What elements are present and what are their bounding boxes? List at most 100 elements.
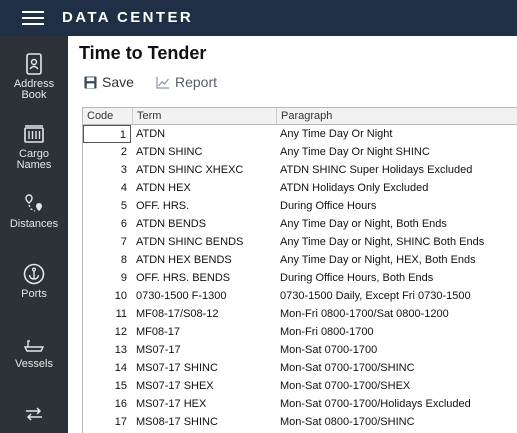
paragraph-cell[interactable]: Any Time Day or Night, Both Ends — [278, 215, 517, 233]
table-row[interactable]: 7 ATDN SHINC BENDS Any Time Day or Night, … — [83, 233, 517, 251]
code-cell[interactable]: 14 — [83, 359, 131, 377]
paragraph-cell[interactable]: Any Time Day or Night, HEX, Both Ends — [278, 251, 517, 269]
term-cell[interactable]: OFF. HRS. — [134, 197, 276, 215]
term-cell[interactable]: MS07-17 HEX — [134, 395, 276, 413]
column-header-term[interactable]: Term — [133, 108, 277, 124]
paragraph-cell[interactable]: Any Time Day or Night, SHINC Both Ends — [278, 233, 517, 251]
table-row[interactable]: 3 ATDN SHINC XHEXC ATDN SHINC Super Holida… — [83, 161, 517, 179]
term-cell[interactable]: ATDN — [134, 125, 276, 143]
code-cell[interactable]: 3 — [83, 161, 131, 179]
term-cell[interactable]: ATDN HEX — [134, 179, 276, 197]
page-title: Time to Tender — [79, 43, 207, 63]
exchange-icon — [26, 407, 42, 421]
code-cell[interactable]: 2 — [83, 143, 131, 161]
term-cell[interactable]: MF08-17/S08-12 — [134, 305, 276, 323]
paragraph-cell[interactable]: During Office Hours — [278, 197, 517, 215]
distances-icon — [25, 194, 42, 212]
sidebar-item-label: Book — [21, 89, 47, 101]
sidebar-item-cargo-names[interactable]: Cargo Names — [0, 122, 68, 171]
code-cell[interactable]: 17 — [83, 413, 131, 431]
term-cell[interactable]: MS07-17 — [134, 341, 276, 359]
table-row[interactable]: 12 MF08-17 Mon-Fri 0800-1700 — [83, 323, 517, 341]
code-cell[interactable]: 1 — [83, 125, 131, 143]
table-row[interactable]: 9 OFF. HRS. BENDS During Office Hours, Bot… — [83, 269, 517, 287]
hamburger-menu-icon[interactable] — [22, 11, 44, 25]
code-cell[interactable]: 12 — [83, 323, 131, 341]
sidebar-item-label: Names — [16, 159, 52, 171]
address-book-icon — [26, 53, 42, 75]
sidebar-item-exchange[interactable] — [0, 402, 68, 426]
paragraph-cell[interactable]: Mon-Sat 0700-1700/Holidays Excluded — [278, 395, 517, 413]
code-cell[interactable]: 4 — [83, 179, 131, 197]
sidebar-item-label: Vessels — [15, 358, 53, 370]
column-header-code[interactable]: Code — [83, 108, 133, 124]
term-cell[interactable]: ATDN SHINC BENDS — [134, 233, 276, 251]
term-cell[interactable]: 0730-1500 F-1300 — [134, 287, 276, 305]
report-label: Report — [175, 74, 218, 90]
cargo-icon — [24, 125, 44, 143]
term-cell[interactable]: MS07-17 SHEX — [134, 377, 276, 395]
table-row[interactable]: 14 MS07-17 SHINC Mon-Sat 0700-1700/SHINC — [83, 359, 517, 377]
table-row[interactable]: 1 ATDN Any Time Day Or Night — [83, 125, 517, 143]
report-chart-icon — [156, 76, 169, 89]
term-cell[interactable]: MF08-17 — [134, 323, 276, 341]
code-cell[interactable]: 6 — [83, 215, 131, 233]
sidebar-item-distances[interactable]: Distances — [0, 192, 68, 230]
save-button[interactable]: Save — [84, 73, 134, 91]
paragraph-cell[interactable]: During Office Hours, Both Ends — [278, 269, 517, 287]
save-label: Save — [102, 74, 134, 90]
sidebar-item-label: Ports — [21, 288, 47, 300]
table-row[interactable]: 15 MS07-17 SHEX Mon-Sat 0700-1700/SHEX — [83, 377, 517, 395]
sidebar: Address Book Cargo Names Distances Ports… — [0, 36, 68, 433]
code-cell[interactable]: 5 — [83, 197, 131, 215]
paragraph-cell[interactable]: Mon-Fri 0800-1700/Sat 0800-1200 — [278, 305, 517, 323]
sidebar-item-ports[interactable]: Ports — [0, 262, 68, 300]
table-row[interactable]: 11 MF08-17/S08-12 Mon-Fri 0800-1700/Sat 08… — [83, 305, 517, 323]
term-cell[interactable]: MS08-17 SHINC — [134, 413, 276, 431]
code-cell[interactable]: 9 — [83, 269, 131, 287]
table-row[interactable]: 13 MS07-17 Mon-Sat 0700-1700 — [83, 341, 517, 359]
column-header-paragraph[interactable]: Paragraph — [277, 108, 517, 124]
sidebar-item-address-book[interactable]: Address Book — [0, 52, 68, 101]
table-row[interactable]: 8 ATDN HEX BENDS Any Time Day or Night, HE… — [83, 251, 517, 269]
time-to-tender-table: Code Term Paragraph 1 ATDN Any Time Day Or… — [82, 107, 517, 433]
paragraph-cell[interactable]: ATDN SHINC Super Holidays Excluded — [278, 161, 517, 179]
term-cell[interactable]: MS07-17 SHINC — [134, 359, 276, 377]
table-body: 1 ATDN Any Time Day Or Night 2 ATDN SHINC Any… — [83, 125, 517, 431]
code-cell[interactable]: 15 — [83, 377, 131, 395]
code-cell[interactable]: 13 — [83, 341, 131, 359]
table-row[interactable]: 10 0730-1500 F-1300 0730-1500 Daily, Excep… — [83, 287, 517, 305]
table-row[interactable]: 5 OFF. HRS. During Office Hours — [83, 197, 517, 215]
term-cell[interactable]: OFF. HRS. BENDS — [134, 269, 276, 287]
term-cell[interactable]: ATDN SHINC — [134, 143, 276, 161]
code-cell[interactable]: 16 — [83, 395, 131, 413]
term-cell[interactable]: ATDN SHINC XHEXC — [134, 161, 276, 179]
table-row[interactable]: 16 MS07-17 HEX Mon-Sat 0700-1700/Holidays … — [83, 395, 517, 413]
table-row[interactable]: 2 ATDN SHINC Any Time Day Or Night SHINC — [83, 143, 517, 161]
code-cell[interactable]: 8 — [83, 251, 131, 269]
term-cell[interactable]: ATDN BENDS — [134, 215, 276, 233]
paragraph-cell[interactable]: Any Time Day Or Night SHINC — [278, 143, 517, 161]
paragraph-cell[interactable]: Mon-Sat 0700-1700/SHINC — [278, 359, 517, 377]
report-button[interactable]: Report — [156, 73, 217, 91]
sidebar-item-vessels[interactable]: Vessels — [0, 332, 68, 370]
paragraph-cell[interactable]: Mon-Sat 0700-1700/SHEX — [278, 377, 517, 395]
table-header: Code Term Paragraph — [83, 108, 517, 125]
ship-icon — [23, 340, 45, 352]
paragraph-cell[interactable]: Mon-Fri 0800-1700 — [278, 323, 517, 341]
paragraph-cell[interactable]: 0730-1500 Daily, Except Fri 0730-1500 — [278, 287, 517, 305]
term-cell[interactable]: ATDN HEX BENDS — [134, 251, 276, 269]
paragraph-cell[interactable]: ATDN Holidays Only Excluded — [278, 179, 517, 197]
code-cell[interactable]: 7 — [83, 233, 131, 251]
paragraph-cell[interactable]: Any Time Day Or Night — [278, 125, 517, 143]
table-row[interactable]: 17 MS08-17 SHINC Mon-Sat 0800-1700/SHINC — [83, 413, 517, 431]
code-cell[interactable]: 10 — [83, 287, 131, 305]
table-row[interactable]: 6 ATDN BENDS Any Time Day or Night, Both E… — [83, 215, 517, 233]
table-row[interactable]: 4 ATDN HEX ATDN Holidays Only Excluded — [83, 179, 517, 197]
save-icon — [84, 75, 97, 89]
paragraph-cell[interactable]: Mon-Sat 0800-1700/SHINC — [278, 413, 517, 431]
code-cell[interactable]: 11 — [83, 305, 131, 323]
paragraph-cell[interactable]: Mon-Sat 0700-1700 — [278, 341, 517, 359]
sidebar-item-label: Distances — [9, 218, 59, 230]
app-title: DATA CENTER — [62, 9, 194, 26]
